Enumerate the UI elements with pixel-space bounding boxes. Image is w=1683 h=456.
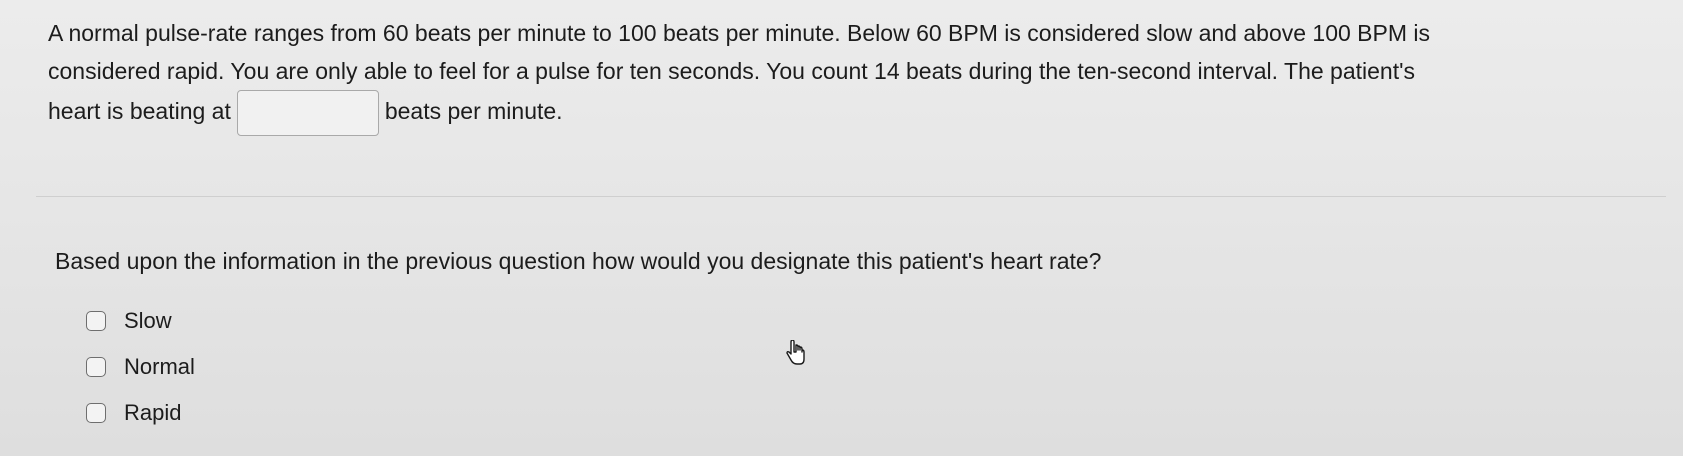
option-label-rapid: Rapid [124,400,182,425]
rapid-checkbox[interactable] [86,403,106,423]
question-1-line-1: A normal pulse-rate ranges from 60 beats… [48,20,1431,46]
heart-rate-options: Slow Normal Rapid [86,298,195,436]
option-normal[interactable]: Normal [86,344,195,390]
bpm-answer-input[interactable] [236,90,379,136]
slow-checkbox[interactable] [86,311,106,331]
question-1-line-3: heart is beating at beats per minute. [48,90,1648,136]
question-1-text-after-blank: beats per minute. [384,98,563,125]
question-1-line-2: considered rapid. You are only able to f… [48,58,1416,84]
section-divider [36,196,1666,197]
normal-checkbox[interactable] [86,357,106,377]
hand-pointer-icon [786,340,805,365]
question-2-prompt: Based upon the information in the previo… [55,248,1102,274]
option-label-slow: Slow [124,308,172,333]
option-label-normal: Normal [124,354,195,379]
option-rapid[interactable]: Rapid [86,390,195,436]
question-1-text-before-blank: heart is beating at [48,98,231,125]
option-slow[interactable]: Slow [86,298,195,344]
question-1: A normal pulse-rate ranges from 60 beats… [48,14,1648,136]
